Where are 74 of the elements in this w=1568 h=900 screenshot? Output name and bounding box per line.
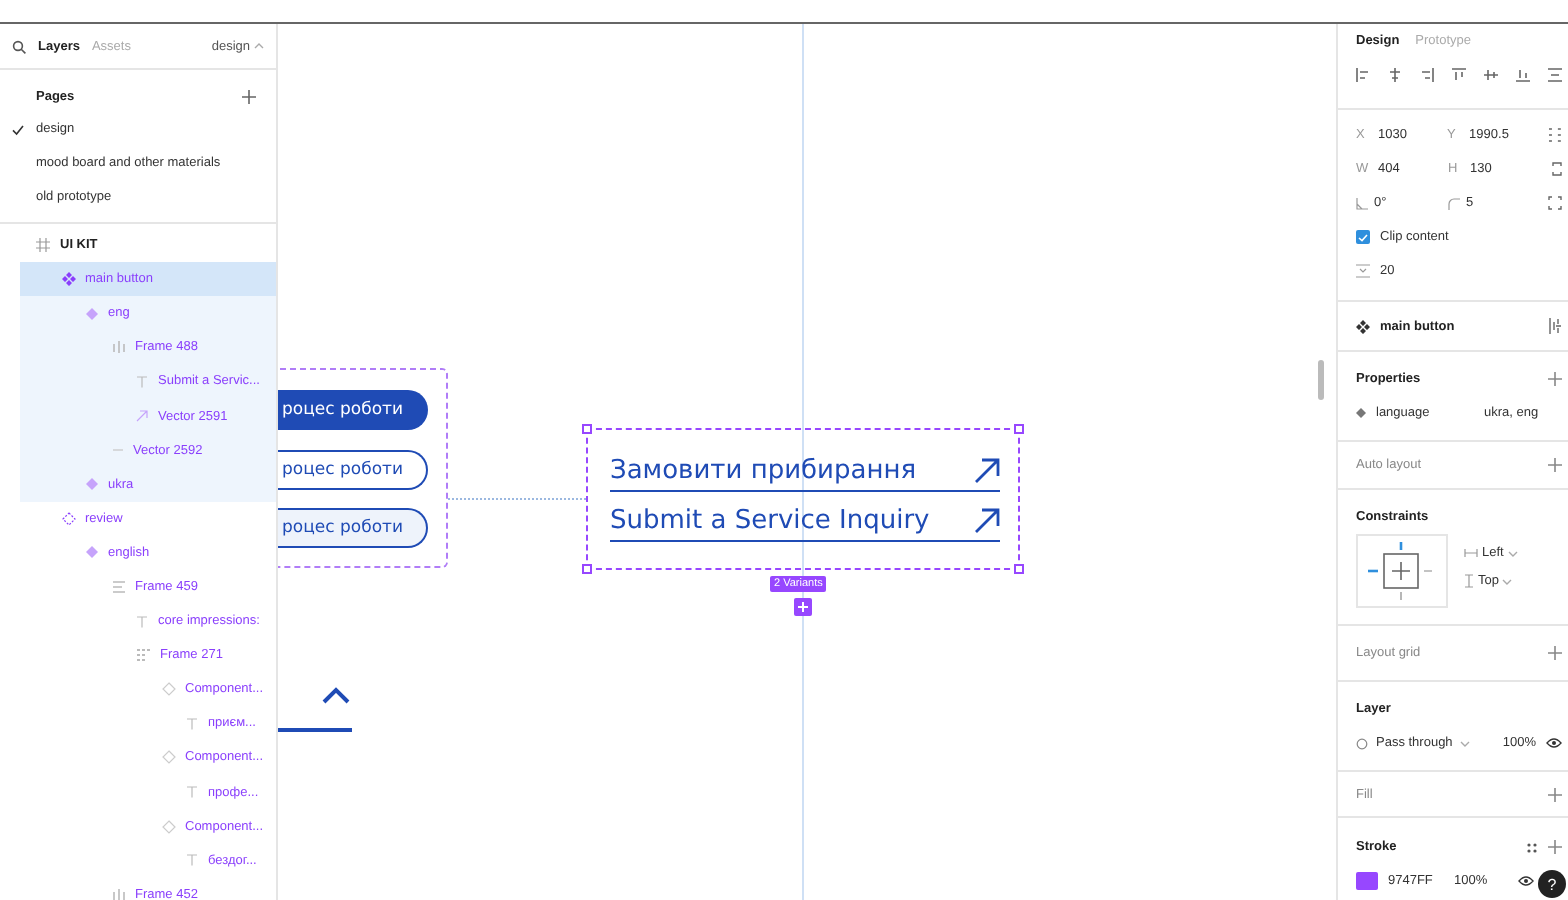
link-button[interactable]: Замовити прибирання [610,456,1000,492]
detach-icon[interactable] [1548,318,1562,334]
search-icon [12,39,26,53]
frame-icon [36,238,50,253]
color-swatch[interactable] [1356,872,1378,890]
corner-radius-icon [1448,197,1460,209]
component-icon [61,511,75,526]
align-top-icon[interactable] [1452,68,1466,82]
style-icon [1526,841,1538,853]
arrow-up-right-icon [974,508,1000,534]
diamond-icon [86,307,98,320]
checkmark-icon [1358,233,1368,241]
text-icon [186,854,198,867]
plus-icon [1548,372,1562,386]
align-bottom-icon[interactable] [1516,68,1530,82]
align-left-icon[interactable] [1356,68,1370,82]
diamond-outline-icon [161,819,175,834]
align-center-icon[interactable] [1388,68,1402,82]
vertical-constraint-icon [1464,574,1474,588]
resize-handle[interactable] [582,424,592,434]
horizontal-constraint-icon [1464,548,1478,558]
chevron-down-icon [1507,549,1518,557]
plus-icon [1548,458,1562,472]
spacing-icon [1356,264,1370,278]
arrow-up-right-icon [974,458,1000,484]
resize-handle[interactable] [582,564,592,574]
help-button[interactable]: ? [1538,870,1566,898]
plus-icon [1548,787,1562,801]
chevron-down-icon [1460,739,1471,747]
chevron-up-icon [322,686,350,704]
add-page-icon[interactable] [242,90,256,104]
eye-icon [1546,738,1562,748]
checkbox[interactable] [1356,230,1370,244]
text-icon [136,375,148,388]
columns-layout-icon [111,887,125,900]
distribute-icon[interactable] [1548,68,1562,82]
resize-icon [1552,162,1562,176]
rows-layout-icon [111,579,125,594]
link-button[interactable]: Submit a Service Inquiry [610,506,1000,542]
scrollbar-thumb[interactable] [1318,360,1324,400]
text-icon [136,615,148,628]
arrow-icon [136,410,148,423]
eye-icon [1518,876,1534,886]
corners-icon [1548,196,1562,210]
text-icon [186,717,198,730]
grid-layout-icon [136,648,150,663]
plus-icon [798,602,808,612]
add-variant-button[interactable] [794,598,812,616]
constraints-icon [1548,128,1563,142]
constraints-widget[interactable] [1356,534,1448,608]
columns-layout-icon [111,340,125,355]
align-right-icon[interactable] [1420,68,1434,82]
chevron-down-icon [1502,577,1513,585]
pill-button[interactable]: роцес роботи [278,508,428,548]
diamond-outline-icon [161,750,175,765]
align-middle-icon[interactable] [1484,68,1498,82]
component-icon [61,272,75,287]
pill-button[interactable]: роцес роботи [278,450,428,490]
text-icon [186,786,198,799]
resize-handle[interactable] [1014,424,1024,434]
line-icon [111,444,123,457]
angle-icon [1356,197,1368,209]
diamond-outline-icon [161,682,175,697]
plus-icon [1548,840,1562,854]
blend-icon [1356,737,1368,749]
chevron-up-icon [254,42,264,50]
resize-handle[interactable] [1014,564,1024,574]
diamond-icon [86,478,98,491]
diamond-icon [86,546,98,559]
component-icon [1356,319,1370,333]
underline-bar [278,728,352,731]
plus-icon [1548,646,1562,660]
pill-button[interactable]: роцес роботи [278,390,428,430]
diamond-icon [1356,408,1366,418]
